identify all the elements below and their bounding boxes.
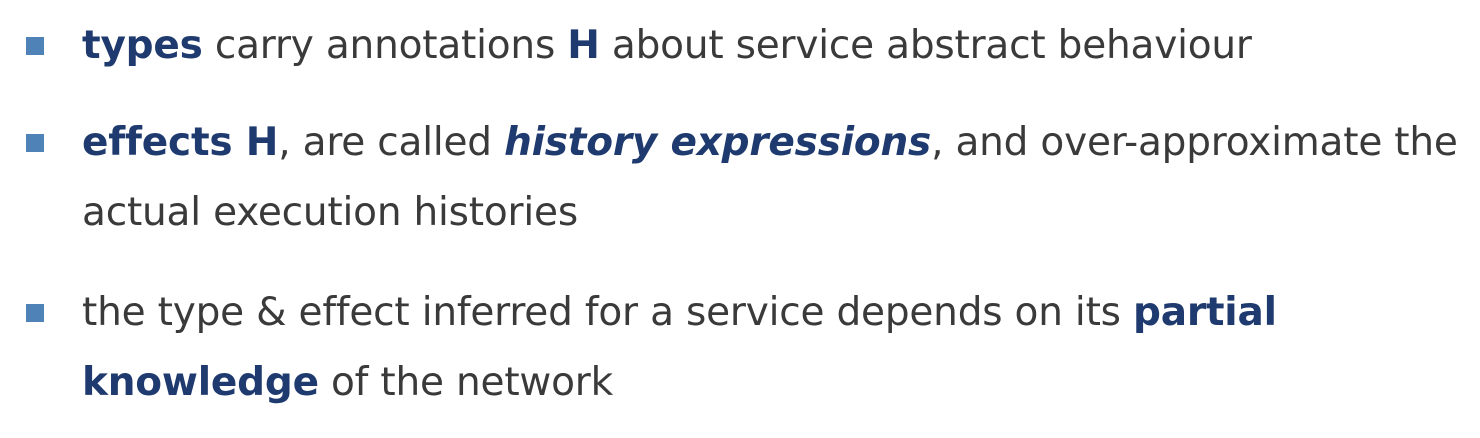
keyword-effects-h: effects H	[82, 120, 279, 165]
keyword-partial: partial	[1132, 290, 1277, 335]
bullet-line: types carry annotations H about service …	[82, 11, 1472, 81]
bullet-square-icon	[26, 304, 44, 322]
bullet-line: effects H, are called history expression…	[82, 108, 1472, 178]
bullet-square-icon	[26, 134, 44, 152]
text-segment: , are called	[278, 120, 505, 165]
bullet-item-effects: effects H, are called history expression…	[82, 108, 1472, 248]
slide-content: types carry annotations H about service …	[0, 0, 1480, 438]
text-segment: about service abstract behaviour	[599, 23, 1252, 68]
text-segment: actual execution histories	[82, 190, 578, 235]
keyword-history-expressions: history expressions	[504, 120, 932, 165]
bullet-line: the type & effect inferred for a service…	[82, 278, 1472, 348]
text-segment: the type & effect inferred for a service…	[82, 290, 1133, 335]
text-segment: , and over-approximate the	[931, 120, 1458, 165]
bullet-item-types: types carry annotations H about service …	[82, 11, 1472, 81]
keyword-h: H	[567, 23, 600, 68]
bullet-item-partial-knowledge: the type & effect inferred for a service…	[82, 278, 1472, 418]
bullet-line: actual execution histories	[82, 178, 1472, 248]
text-segment: of the network	[318, 360, 613, 405]
keyword-knowledge: knowledge	[82, 360, 319, 405]
bullet-line: knowledge of the network	[82, 348, 1472, 418]
text-segment: carry annotations	[202, 23, 568, 68]
bullet-square-icon	[26, 37, 44, 55]
keyword-types: types	[82, 23, 203, 68]
